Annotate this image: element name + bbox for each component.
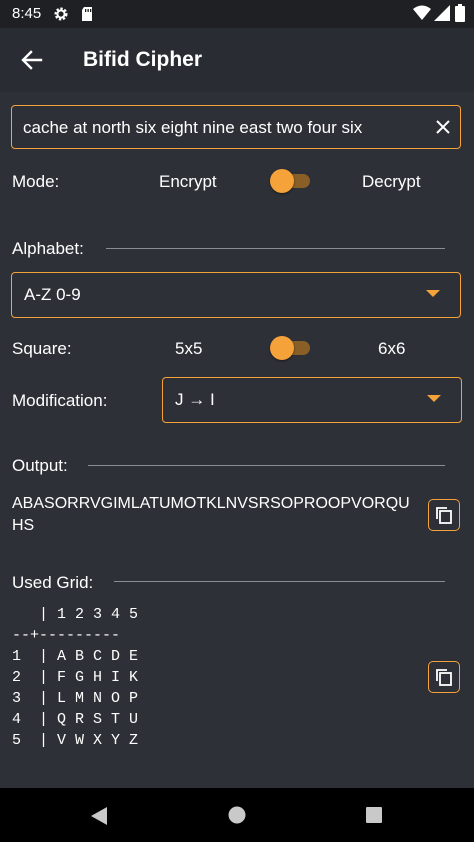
back-arrow-icon[interactable] — [18, 46, 46, 74]
page-title: Bifid Cipher — [83, 48, 202, 71]
modification-label: Modification: — [12, 391, 108, 410]
output-text: ABASORRVGIMLATUMOTKLNVSRSOPROOPVORQUHS — [12, 495, 410, 534]
modification-select[interactable]: J → I — [162, 377, 462, 423]
mode-label: Mode: — [12, 172, 60, 191]
clear-icon[interactable] — [434, 118, 452, 136]
modification-select-value: J → I — [175, 390, 215, 409]
copy-icon — [436, 669, 452, 686]
chevron-down-icon — [426, 290, 440, 297]
copy-icon — [436, 507, 452, 524]
status-bar: 8:45 — [0, 0, 474, 28]
settings-icon — [53, 6, 69, 27]
used-grid-text: | 1 2 3 4 5 --+--------- 1 | A B C D E 2… — [12, 606, 139, 749]
signal-icon — [434, 5, 450, 26]
output-divider — [88, 465, 445, 466]
used-grid-label: Used Grid: — [12, 573, 94, 592]
alphabet-divider — [106, 248, 445, 249]
mode-toggle-thumb — [270, 169, 294, 193]
app-bar: Bifid Cipher — [0, 28, 474, 92]
alphabet-label: Alphabet: — [12, 239, 84, 258]
used-grid-divider — [114, 581, 445, 582]
square-toggle[interactable] — [270, 335, 314, 361]
square-5x5-label: 5x5 — [175, 339, 203, 358]
nav-recents-icon[interactable] — [366, 807, 382, 823]
plaintext-input[interactable]: cache at north six eight nine east two f… — [11, 105, 461, 149]
sd-card-icon — [80, 6, 94, 27]
mode-encrypt-label: Encrypt — [159, 172, 217, 191]
square-6x6-label: 6x6 — [378, 339, 406, 358]
square-label: Square: — [12, 339, 72, 358]
chevron-down-icon — [427, 395, 441, 402]
status-time: 8:45 — [12, 5, 42, 22]
battery-icon — [455, 4, 465, 27]
nav-home-icon[interactable] — [228, 806, 246, 824]
copy-grid-button[interactable] — [428, 661, 460, 693]
mode-decrypt-label: Decrypt — [362, 172, 421, 191]
output-label: Output: — [12, 456, 68, 475]
alphabet-select-value: A-Z 0-9 — [24, 285, 81, 304]
nav-back-icon[interactable] — [90, 806, 108, 826]
plaintext-input-value[interactable]: cache at north six eight nine east two f… — [23, 118, 362, 138]
navigation-bar — [0, 788, 474, 842]
alphabet-select[interactable]: A-Z 0-9 — [11, 272, 461, 318]
copy-output-button[interactable] — [428, 499, 460, 531]
wifi-icon — [413, 5, 431, 26]
mode-toggle[interactable] — [270, 168, 314, 194]
square-toggle-thumb — [270, 336, 294, 360]
